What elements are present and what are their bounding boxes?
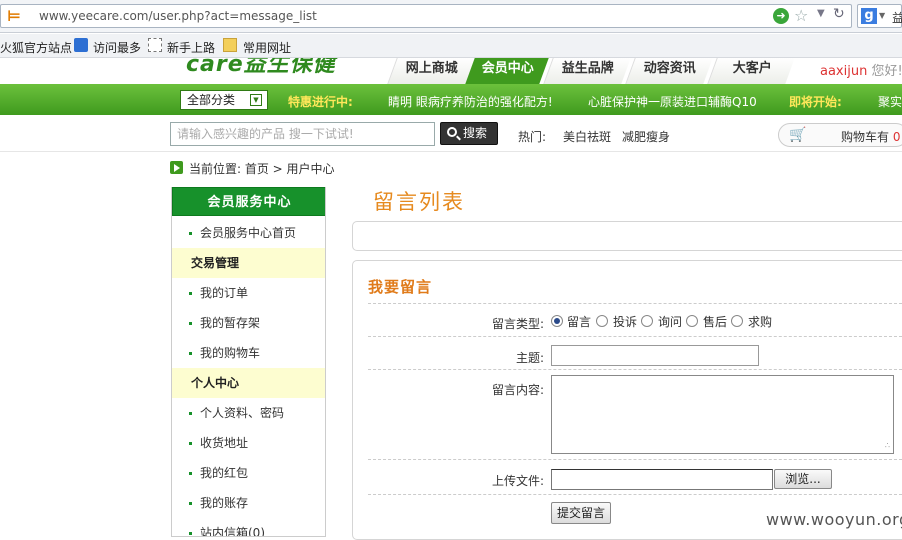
radio-complaint[interactable] [596,315,608,327]
sidebar-group-personal: 个人中心 [172,368,325,398]
page-title: 留言列表 [373,190,465,214]
browse-button[interactable]: 浏览... [774,469,832,489]
bookmark-most-visited[interactable]: 访问最多 [93,39,141,56]
type-label: 留言类型: [491,317,544,331]
bookmarks-bar: 火狐官方站点 访问最多 新手上路 常用网址 [0,34,902,58]
promo-link-1[interactable]: 睛明 眼病疗养防治的强化配方! [388,93,553,110]
subject-label: 主题: [515,351,544,365]
upcoming-link[interactable]: 聚实 [878,93,902,110]
bookmark-getting-started[interactable]: 新手上路 [167,39,215,56]
file-label: 上传文件: [491,474,544,488]
sidebar-item-inbox[interactable]: 站内信箱(0) [172,518,325,536]
go-arrow-icon[interactable]: ➜ [773,8,789,24]
divider [368,369,902,370]
promo-bar: 全部分类 ▼ 特惠进行中: 睛明 眼病疗养防治的强化配方! 心脏保护神一原装进口… [0,84,902,115]
hot-link-whitening[interactable]: 美白祛斑 [563,128,611,145]
search-button[interactable]: 搜索 [440,122,498,145]
radio-complaint-label: 投诉 [613,315,638,329]
breadcrumb-arrow-icon [170,161,183,174]
sidebar-item-orders[interactable]: 我的订单 [172,278,325,308]
sidebar-title: 会员服务中心 [172,187,325,216]
submit-message-button[interactable]: 提交留言 [551,502,611,524]
search-input[interactable]: 请输入感兴趣的产品 搜一下试试! [170,122,435,146]
username-link[interactable]: aaxijun [820,64,867,79]
browser-toolbar: ⊨ www.yeecare.com/user.php?act=message_l… [0,0,902,33]
google-icon: g [861,8,877,24]
radio-purchase-label: 求购 [748,315,773,329]
radio-aftersale[interactable] [686,315,698,327]
file-path-input[interactable] [551,469,773,490]
cart-label: 购物车有 0 [841,130,901,144]
cart-button[interactable]: 🛒 购物车有 0 [778,123,902,147]
radio-inquiry-label: 询问 [658,315,683,329]
content-textarea[interactable]: ∴ [551,375,894,454]
category-label: 全部分类 [187,93,236,107]
sidebar-item-bonus[interactable]: 我的红包 [172,458,325,488]
radio-message[interactable] [551,315,563,327]
address-bar[interactable]: ⊨ www.yeecare.com/user.php?act=message_l… [0,4,852,28]
form-title: 我要留言 [368,278,433,296]
breadcrumb: 当前位置: 首页 > 用户中心 [189,162,335,176]
sidebar-item-shelf[interactable]: 我的暂存架 [172,308,325,338]
radio-aftersale-label: 售后 [703,315,728,329]
cart-icon: 🛒 [789,127,807,143]
search-row: 请输入感兴趣的产品 搜一下试试! 搜索 热门: 美白祛斑 减肥瘦身 🛒 购物车有… [0,115,902,152]
url-text: www.yeecare.com/user.php?act=message_lis… [39,9,317,23]
content-label: 留言内容: [491,383,544,397]
search-engine-box[interactable]: g ▼ 益 [857,4,902,28]
resize-grip-icon[interactable]: ∴ [885,441,890,450]
radio-inquiry[interactable] [641,315,653,327]
member-sidebar: 会员服务中心 会员服务中心首页 交易管理 我的订单 我的暂存架 我的购物车 个人… [171,187,326,537]
chevron-down-icon: ▼ [250,94,262,106]
radio-purchase[interactable] [731,315,743,327]
site-favicon-icon: ⊨ [7,7,21,25]
upcoming-label: 即将开始: [789,95,842,109]
search-icon [447,127,457,137]
subject-input[interactable] [551,345,759,366]
search-engine-text: 益 [892,11,902,25]
bookmark-firefox[interactable]: 火狐官方站点 [0,39,72,56]
site-logo[interactable]: care益生保健 [186,58,372,78]
most-visited-icon [74,38,88,52]
sidebar-group-trade: 交易管理 [172,248,325,278]
sidebar-item-account[interactable]: 我的账存 [172,488,325,518]
getting-started-icon [148,38,162,52]
greeting-text: 您好! [871,64,902,79]
category-dropdown[interactable]: 全部分类 ▼ [180,90,268,110]
divider [368,303,902,304]
divider [368,336,902,337]
user-greeting: aaxijun 您好! [820,60,902,79]
nav-big-clients[interactable]: 大客户 [707,58,795,84]
hot-link-slimming[interactable]: 减肥瘦身 [622,128,670,145]
folder-icon [223,38,237,52]
cart-count: 0 [892,130,901,144]
divider [368,459,902,460]
nav-mall[interactable]: 网上商城 [387,58,475,84]
nav-brand[interactable]: 益生品牌 [543,58,631,84]
nav-news[interactable]: 动容资讯 [625,58,713,84]
sale-label: 特惠进行中: [288,95,353,109]
promo-link-2[interactable]: 心脏保护神一原装进口辅酶Q10 [588,93,757,110]
search-button-label: 搜索 [463,126,488,140]
engine-dropdown-icon[interactable]: ▼ [879,11,885,20]
sidebar-item-cart[interactable]: 我的购物车 [172,338,325,368]
message-list-box [352,221,902,251]
sidebar-item-profile[interactable]: 个人资料、密码 [172,398,325,428]
radio-message-label: 留言 [567,315,592,329]
nav-member-center[interactable]: 会员中心 [465,58,549,84]
reload-icon[interactable]: ↻ [833,6,845,22]
bookmark-star-icon[interactable]: ☆ [794,6,808,25]
watermark: www.wooyun.org [766,510,902,529]
hot-label: 热门: [518,130,547,144]
url-dropdown-icon[interactable]: ▼ [817,8,825,19]
sidebar-item-address[interactable]: 收货地址 [172,428,325,458]
sidebar-item-home[interactable]: 会员服务中心首页 [172,218,325,248]
divider [368,494,902,495]
bookmark-common-sites[interactable]: 常用网址 [243,39,291,56]
